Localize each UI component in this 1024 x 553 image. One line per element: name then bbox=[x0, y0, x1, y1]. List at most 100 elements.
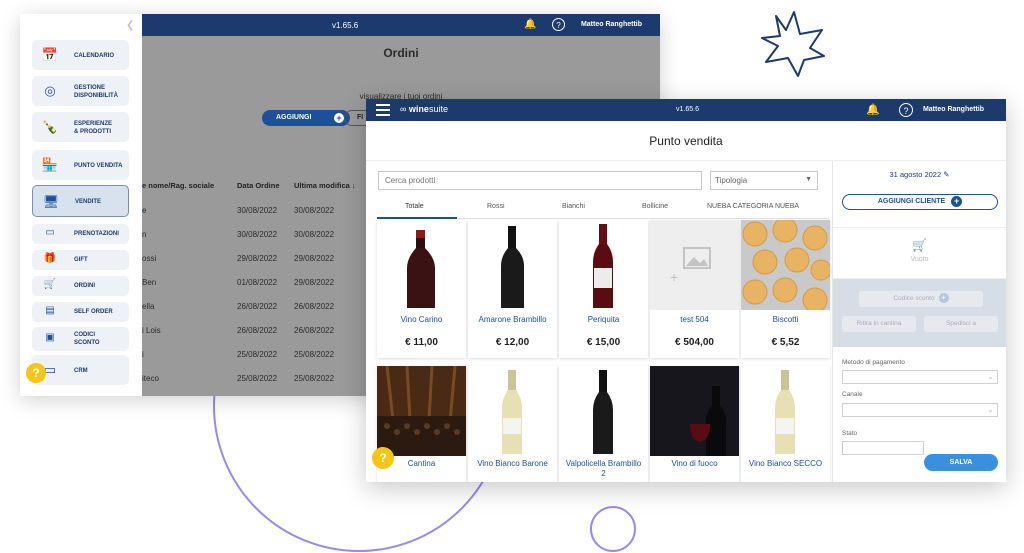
product-card[interactable]: Vino di fuoco bbox=[650, 366, 739, 482]
bell-icon[interactable]: 🔔 bbox=[866, 103, 880, 117]
column-header-modified[interactable]: Ultima modifica ↓ bbox=[294, 181, 356, 190]
ship-button[interactable]: Spedisci a bbox=[924, 316, 998, 332]
sidebar-item-ordini[interactable]: 🛒 ORDINI bbox=[32, 276, 129, 296]
payment-method-label: Metodo di pagamento bbox=[842, 359, 905, 366]
chevron-down-icon: ⌄ bbox=[987, 372, 994, 381]
sidebar-item-punto-vendita[interactable]: 🏪 PUNTO VENDITA bbox=[32, 150, 129, 180]
sidebar-item-label: GIFT bbox=[74, 257, 88, 263]
add-client-label: AGGIUNGI CLIENTE bbox=[877, 198, 946, 205]
row-modified: 30/08/2022 bbox=[294, 230, 335, 239]
register-icon: 🖥 bbox=[42, 194, 60, 209]
sidebar-item-gestione-disponibilita[interactable]: ◎ GESTIONE DISPONIBILITÀ bbox=[32, 76, 129, 106]
menu-icon[interactable] bbox=[376, 104, 390, 116]
tab-bollicine[interactable]: Bollicine bbox=[642, 203, 668, 210]
decorative-ring bbox=[590, 506, 636, 552]
page-title: Ordini bbox=[383, 46, 419, 60]
state-select[interactable] bbox=[842, 441, 924, 455]
cart-empty: 🛒 Vuoto bbox=[833, 227, 1006, 279]
product-image bbox=[741, 366, 830, 456]
product-card[interactable]: + test 504 € 504,00 bbox=[650, 220, 739, 358]
user-name[interactable]: Matteo Ranghettib bbox=[923, 106, 984, 113]
sidebar-item-prenotazioni[interactable]: ▭ PRENOTAZIONI bbox=[32, 224, 129, 244]
row-name: n bbox=[142, 230, 147, 239]
column-header-date[interactable]: Data Ordine bbox=[237, 181, 280, 190]
sidebar-item-self-order[interactable]: ▤ SELF ORDER bbox=[32, 302, 129, 322]
product-price: € 5,52 bbox=[771, 337, 800, 348]
product-price: € 15,00 bbox=[586, 337, 621, 348]
pickup-button[interactable]: Ritira in cantina bbox=[842, 316, 916, 332]
sidebar-item-calendario[interactable]: 📅 CALENDARIO bbox=[32, 40, 129, 70]
discount-code-button[interactable]: Codice sconto + bbox=[859, 291, 983, 307]
date-display[interactable]: 31 agosto 2022 ✎ bbox=[833, 170, 1006, 179]
cart-panel: 31 agosto 2022 ✎ AGGIUNGI CLIENTE + 🛒 Vuo… bbox=[832, 161, 1006, 482]
row-date: 01/08/2022 bbox=[237, 278, 278, 287]
product-card[interactable]: Biscotti € 5,52 bbox=[741, 220, 830, 358]
row-modified: 29/08/2022 bbox=[294, 254, 335, 263]
help-button[interactable]: ? bbox=[26, 363, 46, 383]
sidebar-item-esperienze-prodotti[interactable]: 🍾 ESPERIENZE & PRODOTTI bbox=[32, 112, 129, 142]
search-input[interactable] bbox=[378, 171, 702, 190]
row-modified: 30/08/2022 bbox=[294, 206, 335, 215]
pencil-icon[interactable]: ✎ bbox=[943, 170, 949, 179]
brand-suffix: suite bbox=[428, 104, 448, 114]
channel-select[interactable]: ⌄ bbox=[842, 403, 998, 417]
row-name: i Lois bbox=[142, 326, 161, 335]
brand-logo: ∞ winesuite bbox=[400, 104, 448, 114]
column-header-name[interactable]: e nome/Rag. sociale bbox=[142, 181, 214, 190]
user-name[interactable]: Matteo Ranghettib bbox=[581, 21, 642, 28]
sidebar: ❮ 📅 CALENDARIO ◎ GESTIONE DISPONIBILITÀ … bbox=[20, 14, 142, 396]
tab-totale[interactable]: Totale bbox=[405, 203, 424, 210]
product-price: € 12,00 bbox=[495, 337, 530, 348]
wine-bottles-icon: 🍾 bbox=[41, 119, 59, 134]
sidebar-item-label: GESTIONE DISPONIBILITÀ bbox=[74, 85, 119, 99]
sidebar-item-codici-sconto[interactable]: ▣ CODICI SCONTO bbox=[32, 327, 129, 351]
product-name: Vino di fuoco bbox=[671, 459, 718, 468]
sidebar-item-label: ORDINI bbox=[74, 283, 95, 289]
shop-icon: 🏪 bbox=[41, 157, 59, 172]
row-name: iteco bbox=[142, 374, 159, 383]
chevron-down-icon: ⌄ bbox=[987, 405, 994, 414]
tab-rossi[interactable]: Rossi bbox=[487, 203, 505, 210]
add-order-button[interactable]: AGGIUNGI + bbox=[262, 110, 350, 126]
date-label: 31 agosto 2022 bbox=[889, 170, 942, 179]
tab-bianchi[interactable]: Bianchi bbox=[562, 203, 585, 210]
product-name: Vino Bianco Barone bbox=[477, 459, 548, 468]
chevron-left-icon[interactable]: ❮ bbox=[126, 20, 134, 31]
pos-window: ∞ winesuite v1.65.6 🔔 ? Matteo Ranghetti… bbox=[366, 99, 1006, 482]
self-order-icon: ▤ bbox=[45, 305, 55, 316]
product-image bbox=[468, 366, 557, 456]
product-image bbox=[377, 366, 466, 456]
product-card[interactable]: Vino Bianco SECCO bbox=[741, 366, 830, 482]
product-card[interactable]: Valpolicella Brambillo 2 bbox=[559, 366, 648, 482]
row-date: 26/08/2022 bbox=[237, 302, 278, 311]
product-card[interactable]: Amarone Brambillo € 12,00 bbox=[468, 220, 557, 358]
active-tab-indicator bbox=[377, 217, 457, 219]
help-button[interactable]: ? bbox=[372, 447, 394, 469]
plus-icon: + bbox=[334, 113, 344, 123]
leaf-icon bbox=[761, 11, 825, 77]
payment-method-select[interactable]: ⌄ bbox=[842, 370, 998, 384]
bell-icon[interactable]: 🔔 bbox=[524, 18, 537, 31]
product-card[interactable]: Vino Carino € 11,00 bbox=[377, 220, 466, 358]
tab-nueba-categoria[interactable]: NUEBA CATEGORIA NUEBA bbox=[707, 203, 799, 210]
page-title: Punto vendita bbox=[366, 121, 1006, 161]
sidebar-item-crm[interactable]: ▭ CRM bbox=[32, 355, 129, 385]
product-image bbox=[650, 366, 739, 456]
discount-code-label: Codice sconto bbox=[893, 295, 935, 302]
type-select[interactable]: Tipologia ▼ bbox=[710, 171, 818, 190]
save-button[interactable]: SALVA bbox=[924, 454, 998, 471]
product-card[interactable]: Periquita € 15,00 bbox=[559, 220, 648, 358]
product-image bbox=[741, 220, 830, 310]
front-topbar: ∞ winesuite v1.65.6 🔔 ? Matteo Ranghetti… bbox=[366, 99, 1006, 121]
sidebar-item-vendite[interactable]: 🖥 VENDITE bbox=[32, 185, 129, 217]
sidebar-item-gift[interactable]: 🎁 GIFT bbox=[32, 250, 129, 270]
help-circle-icon[interactable]: ? bbox=[552, 18, 565, 31]
add-client-button[interactable]: AGGIUNGI CLIENTE + bbox=[842, 194, 998, 210]
product-name: test 504 bbox=[680, 315, 709, 324]
sidebar-item-label: CALENDARIO bbox=[74, 53, 114, 59]
help-circle-icon[interactable]: ? bbox=[899, 103, 913, 117]
row-date: 25/08/2022 bbox=[237, 374, 278, 383]
coupon-icon: ▣ bbox=[45, 332, 55, 343]
product-card[interactable]: Vino Bianco Barone bbox=[468, 366, 557, 482]
product-image-placeholder: + bbox=[650, 220, 739, 310]
